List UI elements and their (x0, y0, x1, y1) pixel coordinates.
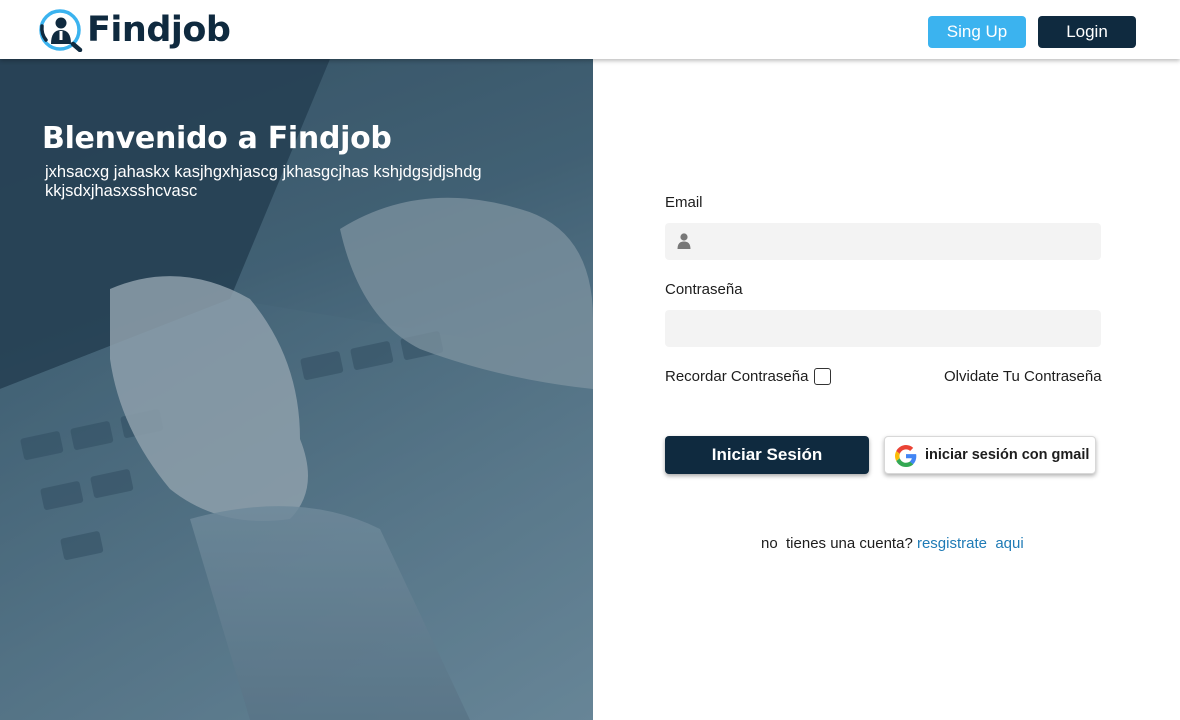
findjob-logo-icon (39, 9, 83, 52)
google-sign-in-button[interactable]: iniciar sesión con gmail (884, 436, 1096, 474)
hero-title: Blenvenido a Findjob (42, 121, 392, 156)
remember-password-checkbox[interactable] (814, 368, 831, 385)
brand-name: Findjob (87, 10, 231, 50)
top-navbar: Findjob Sing Up Login (0, 0, 1180, 59)
brand-logo[interactable]: Findjob (37, 8, 231, 52)
password-input[interactable] (665, 310, 1101, 347)
hero-background-image (0, 59, 593, 720)
register-link[interactable]: resgistrate aqui (917, 535, 1024, 552)
email-input[interactable] (665, 223, 1101, 260)
password-label: Contraseña (665, 281, 743, 298)
signup-prompt-text: no tienes una cuenta? (761, 535, 917, 552)
login-button[interactable]: Login (1038, 16, 1136, 48)
email-field-wrapper (665, 223, 1101, 260)
remember-password-label: Recordar Contraseña (665, 368, 809, 385)
forgot-password-link[interactable]: Olvidate Tu Contraseña (944, 368, 1102, 385)
hero-panel: Blenvenido a Findjob jxhsacxg jahaskx ka… (0, 59, 593, 720)
signup-prompt: no tienes una cuenta? resgistrate aqui (761, 535, 1024, 552)
email-label: Email (665, 194, 703, 211)
signup-button[interactable]: Sing Up (928, 16, 1026, 48)
google-icon (895, 445, 917, 467)
sign-in-button[interactable]: Iniciar Sesión (665, 436, 869, 474)
hero-subtitle: jxhsacxg jahaskx kasjhgxhjascg jkhasgcjh… (45, 163, 482, 200)
password-field-wrapper (665, 310, 1101, 347)
google-sign-in-label: iniciar sesión con gmail (925, 447, 1090, 463)
